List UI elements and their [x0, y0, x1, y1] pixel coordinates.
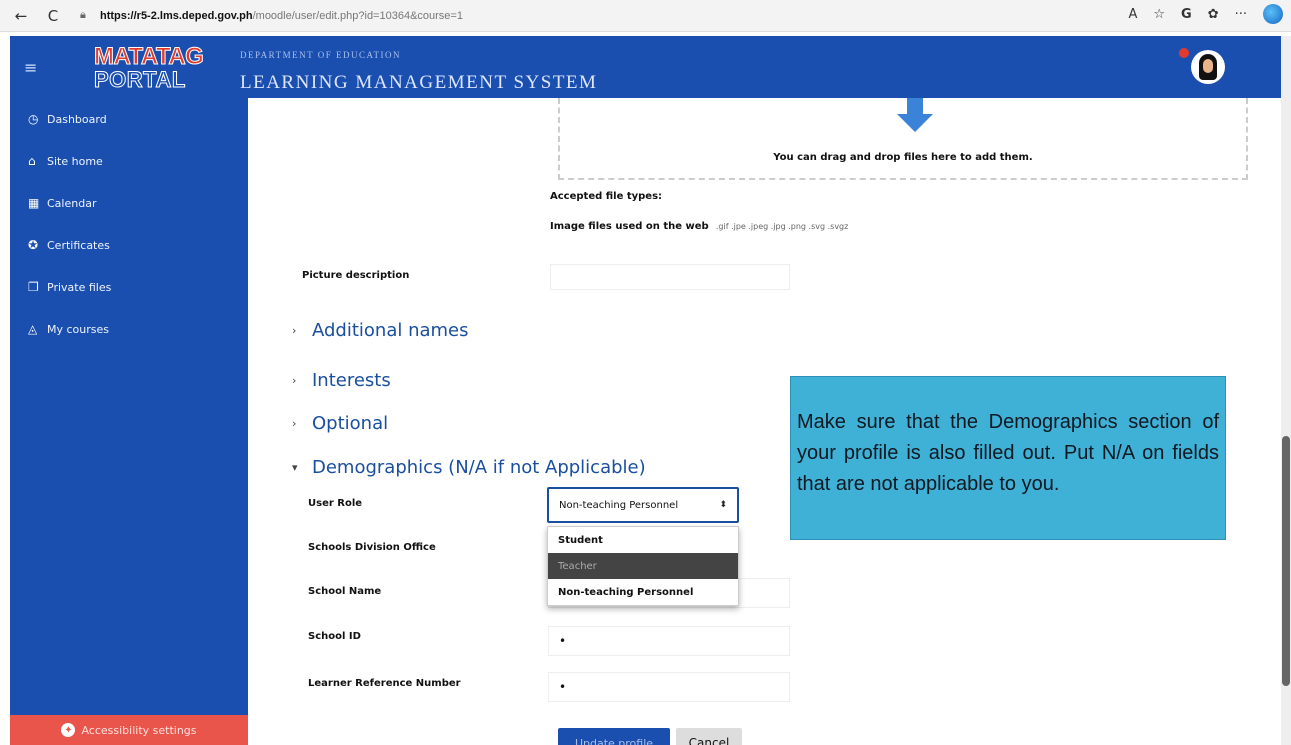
- select-caret-icon: ⬍: [719, 500, 727, 510]
- browser-toolbar: ← C 🔒︎ https://r5-2.lms.deped.gov.ph /mo…: [0, 0, 1291, 32]
- notification-badge[interactable]: [1179, 48, 1189, 58]
- role-option-non-teaching[interactable]: Non-teaching Personnel: [548, 579, 738, 605]
- section-additional-names[interactable]: › Additional names: [292, 320, 469, 341]
- lrn-input[interactable]: •: [548, 672, 790, 702]
- hamburger-menu-icon[interactable]: ≡: [24, 58, 54, 77]
- extensions-icon[interactable]: ✿: [1208, 7, 1219, 22]
- scrollbar-thumb[interactable]: [1282, 436, 1290, 686]
- file-icon: ❐: [28, 280, 39, 294]
- sidebar-item-private-files[interactable]: ❐ Private files: [10, 266, 248, 308]
- graduation-cap-icon: ◬: [28, 322, 38, 336]
- sidebar-item-label: Calendar: [47, 196, 97, 210]
- certificate-icon: ✪: [28, 238, 39, 252]
- edge-copilot-icon[interactable]: [1263, 4, 1283, 24]
- instruction-callout: Make sure that the Demographics section …: [790, 376, 1226, 540]
- section-demographics[interactable]: ▾ Demographics (N/A if not Applicable): [292, 457, 646, 478]
- matatag-portal-logo[interactable]: MATATAG PORTAL: [93, 39, 224, 95]
- chevron-down-icon: ▾: [292, 461, 298, 474]
- sidebar-item-site-home[interactable]: ⌂ Site home: [10, 140, 248, 182]
- school-id-input[interactable]: •: [548, 626, 790, 656]
- calendar-icon: ▦: [28, 196, 40, 210]
- page-scrollbar[interactable]: [1281, 36, 1291, 745]
- address-bar[interactable]: 🔒︎ https://r5-2.lms.deped.gov.ph /moodle…: [80, 5, 1060, 27]
- sidebar-item-certificates[interactable]: ✪ Certificates: [10, 224, 248, 266]
- file-dropzone[interactable]: You can drag and drop files here to add …: [558, 98, 1248, 180]
- section-interests[interactable]: › Interests: [292, 370, 391, 391]
- url-path: /moodle/user/edit.php?id=10364&course=1: [252, 9, 463, 22]
- sidebar-item-label: Private files: [47, 280, 112, 294]
- lock-icon: 🔒︎: [80, 9, 86, 21]
- picture-description-label: Picture description: [302, 270, 410, 281]
- role-option-teacher[interactable]: Teacher: [548, 553, 738, 579]
- home-icon: ⌂: [28, 154, 36, 168]
- screen: ← C 🔒︎ https://r5-2.lms.deped.gov.ph /mo…: [0, 0, 1291, 745]
- read-aloud-icon[interactable]: A: [1128, 7, 1137, 22]
- chevron-right-icon: ›: [292, 417, 297, 430]
- sidebar: ◷ Dashboard ⌂ Site home ▦ Calendar ✪ Cer…: [10, 98, 248, 745]
- division-office-label: Schools Division Office: [308, 542, 436, 553]
- sidebar-item-calendar[interactable]: ▦ Calendar: [10, 182, 248, 224]
- school-id-label: School ID: [308, 631, 361, 642]
- dashboard-icon: ◷: [28, 112, 39, 126]
- main-content: You can drag and drop files here to add …: [248, 98, 1281, 745]
- user-avatar[interactable]: [1191, 50, 1225, 84]
- user-role-value: Non-teaching Personnel: [559, 499, 679, 511]
- image-file-types: Image files used on the web .gif .jpe .j…: [550, 221, 848, 232]
- logo-line-2: PORTAL: [94, 67, 186, 93]
- sidebar-item-label: Certificates: [47, 238, 110, 252]
- more-icon[interactable]: ···: [1235, 7, 1247, 22]
- user-role-label: User Role: [308, 498, 363, 509]
- sidebar-item-my-courses[interactable]: ◬ My courses: [10, 308, 248, 350]
- browser-actions: A ☆ G ✿ ···: [1128, 4, 1283, 24]
- reload-icon[interactable]: C: [42, 5, 64, 27]
- sidebar-item-label: Dashboard: [47, 112, 107, 126]
- sidebar-item-label: My courses: [47, 322, 109, 336]
- department-label: DEPARTMENT OF EDUCATION: [240, 50, 401, 60]
- profile-icon[interactable]: G: [1181, 7, 1192, 22]
- accepted-file-types-label: Accepted file types:: [550, 191, 663, 202]
- section-label: Optional: [312, 413, 389, 434]
- drop-instructions: You can drag and drop files here to add …: [773, 152, 1033, 163]
- section-label: Demographics (N/A if not Applicable): [312, 457, 646, 478]
- school-name-label: School Name: [308, 586, 382, 597]
- role-option-student[interactable]: Student: [548, 527, 738, 553]
- favorite-icon[interactable]: ☆: [1153, 7, 1165, 22]
- user-role-dropdown: Student Teacher Non-teaching Personnel: [547, 526, 739, 606]
- section-label: Interests: [312, 370, 391, 391]
- accessibility-settings-button[interactable]: ✦ Accessibility settings: [10, 715, 248, 745]
- chevron-right-icon: ›: [292, 374, 297, 387]
- section-label: Additional names: [312, 320, 469, 341]
- sidebar-item-label: Site home: [47, 154, 103, 168]
- section-optional[interactable]: › Optional: [292, 413, 388, 434]
- image-extensions: .gif .jpe .jpeg .jpg .png .svg .svgz: [715, 222, 849, 231]
- accessibility-label: Accessibility settings: [81, 723, 197, 737]
- update-profile-button[interactable]: Update profile: [558, 728, 670, 745]
- cancel-button[interactable]: Cancel: [676, 728, 742, 745]
- system-name: LEARNING MANAGEMENT SYSTEM: [240, 72, 598, 93]
- sidebar-item-dashboard[interactable]: ◷ Dashboard: [10, 98, 248, 140]
- lrn-label: Learner Reference Number: [308, 678, 461, 689]
- chevron-right-icon: ›: [292, 324, 297, 337]
- accessibility-icon: ✦: [61, 723, 76, 737]
- image-files-label: Image files used on the web: [550, 221, 709, 232]
- user-role-select[interactable]: Non-teaching Personnel ⬍: [547, 487, 739, 523]
- download-arrow-icon: [897, 98, 933, 132]
- back-arrow-icon[interactable]: ←: [10, 5, 32, 27]
- url-host: https://r5-2.lms.deped.gov.ph: [100, 9, 253, 22]
- picture-description-input[interactable]: [550, 264, 790, 290]
- site-header: ≡ MATATAG PORTAL DEPARTMENT OF EDUCATION…: [10, 36, 1281, 98]
